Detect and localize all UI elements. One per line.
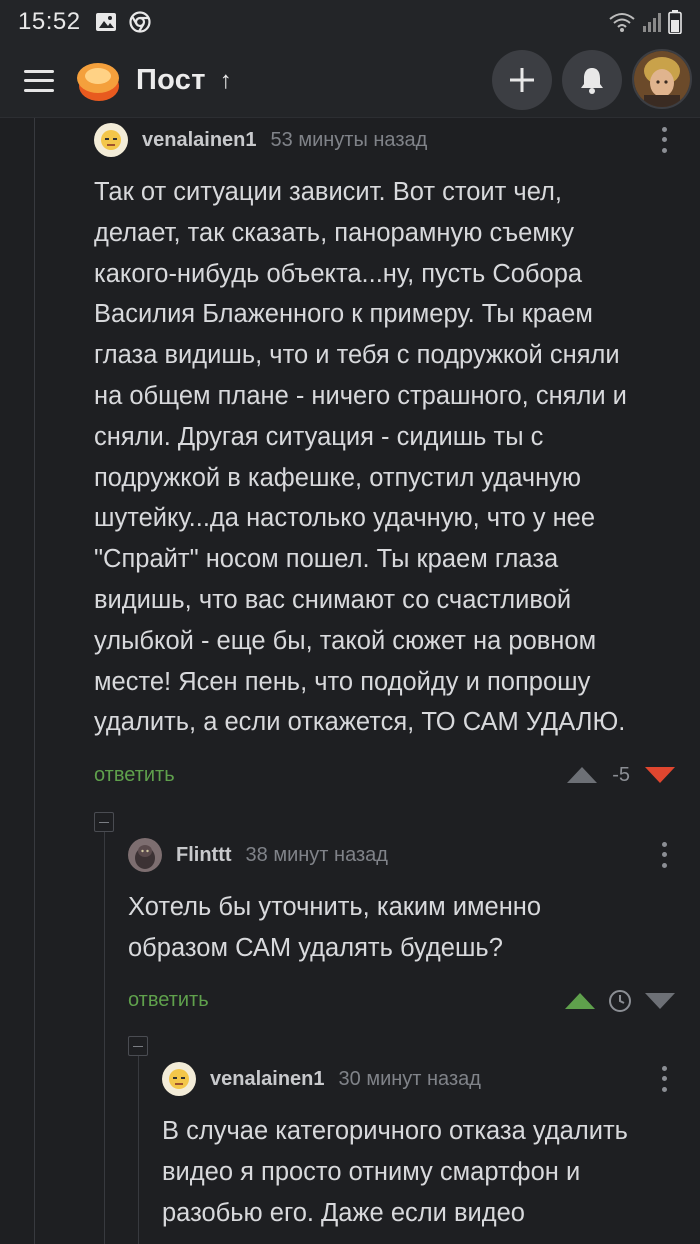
battery-icon <box>668 10 682 34</box>
comment-header: venalainen1 53 минуты назад <box>94 122 674 158</box>
comment-score: -5 <box>612 763 630 786</box>
more-options-icon[interactable] <box>654 1063 674 1095</box>
plus-icon <box>510 68 534 92</box>
image-icon <box>95 13 116 31</box>
status-time: 15:52 <box>18 8 81 35</box>
reply-button[interactable]: ответить <box>128 989 209 1012</box>
comment-header: venalainen1 30 минут назад <box>162 1061 674 1097</box>
add-button[interactable] <box>492 50 552 110</box>
avatar[interactable] <box>162 1062 196 1096</box>
downvote-icon[interactable] <box>644 766 676 784</box>
comment-body: Так от ситуации зависит. Вот стоит чел, … <box>94 178 627 737</box>
comment-timestamp: 30 минут назад <box>338 1067 481 1090</box>
thread-line <box>104 832 105 1244</box>
chrome-icon <box>128 11 151 33</box>
signal-icon <box>643 13 661 32</box>
page-title: Пост <box>136 64 206 96</box>
comment-actions: ответить -5 <box>94 755 676 795</box>
menu-icon[interactable] <box>24 69 54 92</box>
status-bar: 15:52 <box>0 0 700 44</box>
wifi-icon <box>609 13 635 32</box>
downvote-icon[interactable] <box>644 992 676 1010</box>
vote-controls: -5 <box>566 755 676 795</box>
bell-icon <box>581 68 603 94</box>
profile-avatar[interactable] <box>632 49 692 109</box>
more-options-icon[interactable] <box>654 124 674 156</box>
comment-username[interactable]: Flinttt <box>176 844 232 867</box>
vote-controls <box>564 981 676 1021</box>
comment-timestamp: 38 минут назад <box>245 843 388 866</box>
collapse-thread-button[interactable] <box>94 812 114 832</box>
comment-body: Хотель бы уточнить, каким именно образом… <box>128 893 542 962</box>
comment: venalainen1 53 минуты назад Так от ситуа… <box>94 122 676 795</box>
scroll-up-icon[interactable]: ↑ <box>220 67 232 95</box>
app-bar: Пост ↑ <box>0 44 700 118</box>
reply-button[interactable]: ответить <box>94 764 175 787</box>
comment: Flinttt 38 минут назад Хотель бы уточнит… <box>128 837 676 1021</box>
comment-username[interactable]: venalainen1 <box>210 1068 325 1091</box>
more-options-icon[interactable] <box>654 839 674 871</box>
notifications-button[interactable] <box>562 50 622 110</box>
comment-header: Flinttt 38 минут назад <box>128 837 674 873</box>
avatar[interactable] <box>128 838 162 872</box>
comment-body: В случае категоричного отказа удалить ви… <box>162 1117 628 1227</box>
clock-icon <box>609 989 631 1012</box>
comment: venalainen1 30 минут назад В случае кате… <box>162 1061 674 1233</box>
comment-actions: ответить <box>128 981 676 1021</box>
upvote-icon[interactable] <box>564 992 596 1010</box>
comment-username[interactable]: venalainen1 <box>142 129 257 152</box>
pikabu-logo[interactable] <box>74 56 124 106</box>
collapse-thread-button[interactable] <box>128 1036 148 1056</box>
comment-timestamp: 53 минуты назад <box>270 128 428 151</box>
thread-line <box>138 1056 139 1244</box>
avatar[interactable] <box>94 123 128 157</box>
thread-line <box>34 118 35 1244</box>
upvote-icon[interactable] <box>566 766 598 784</box>
